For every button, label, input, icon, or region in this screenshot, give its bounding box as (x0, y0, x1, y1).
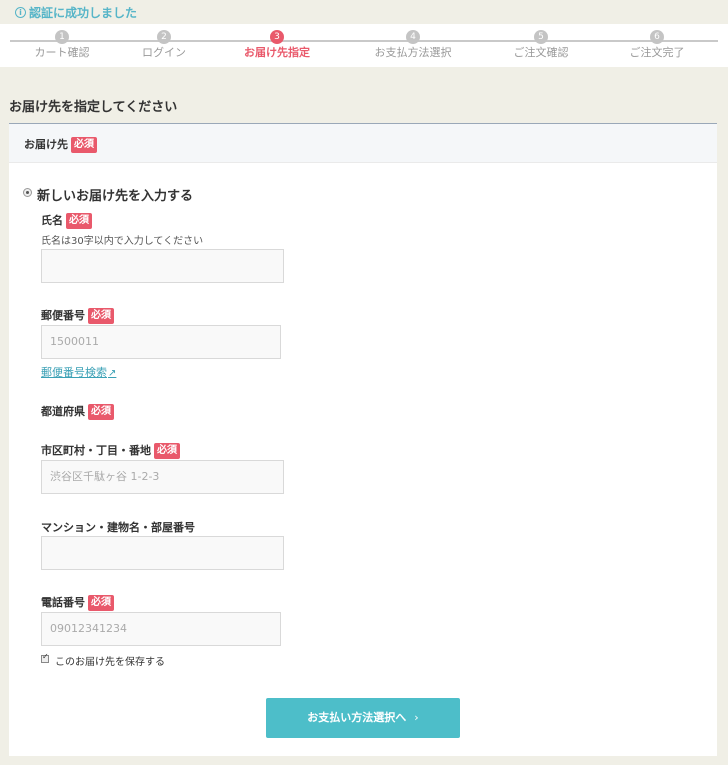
proceed-button-label[interactable]: お支払い方法選択へ (307, 711, 406, 724)
phone-input[interactable]: 09012341234 (41, 612, 281, 646)
stepper-line (10, 40, 718, 42)
step-label: ご注文完了 (629, 46, 685, 59)
info-icon: i (15, 7, 26, 18)
address-input[interactable]: 渋谷区千駄ヶ谷 1-2-3 (41, 460, 284, 494)
required-badge: 必須 (154, 443, 180, 459)
address-label: 市区町村・丁目・番地 必須 (41, 442, 180, 459)
building-label: マンション・建物名・部屋番号 (41, 521, 195, 534)
phone-label: 電話番号 必須 (41, 594, 114, 611)
step-number: 1 (55, 30, 69, 44)
building-input[interactable] (41, 536, 284, 570)
step-number: 2 (157, 30, 171, 44)
checkout-stepper: 1 カート確認 2 ログイン 3 お届け先指定 4 お支払方法選択 5 ご注文確… (0, 24, 728, 67)
address-label-text: 市区町村・丁目・番地 (41, 444, 151, 457)
save-address-checkbox[interactable] (41, 652, 49, 663)
required-badge: 必須 (71, 137, 97, 153)
step-number: 6 (650, 30, 664, 44)
required-badge: 必須 (88, 404, 114, 420)
new-address-radio[interactable] (23, 188, 32, 197)
step-number: 4 (406, 30, 420, 44)
prefecture-label-text: 都道府県 (41, 405, 85, 418)
step-label: カート確認 (34, 46, 90, 59)
step-label: お支払方法選択 (374, 46, 452, 59)
page-heading: お届け先を指定してください (9, 100, 178, 115)
postal-code-input[interactable]: 1500011 (41, 325, 281, 359)
delivery-card: お届け先 必須 新しいお届け先を入力する 氏名 必須 氏名は30字以内で入力してくだ… (9, 124, 717, 756)
postal-label: 郵便番号 必須 (41, 307, 114, 324)
auth-notice-text: 認証に成功しました (29, 6, 138, 20)
chevron-right-icon: › (414, 711, 419, 724)
delivery-card-header: お届け先 必須 (9, 124, 717, 163)
postal-label-text: 郵便番号 (41, 309, 85, 322)
name-input[interactable] (41, 249, 284, 283)
step-label: ログイン (142, 46, 186, 59)
section-title-text: お届け先 (24, 138, 68, 151)
step-number: 3 (270, 30, 284, 44)
step-label: お届け先指定 (244, 46, 310, 59)
step-label: ご注文確認 (513, 46, 569, 59)
external-link-icon: ↗ (108, 368, 117, 379)
required-badge: 必須 (88, 308, 114, 324)
postal-search-link[interactable]: 郵便番号検索↗ (41, 364, 116, 380)
proceed-to-payment-button[interactable]: お支払い方法選択へ › (266, 698, 460, 738)
name-label: 氏名 必須 (41, 212, 92, 229)
section-title: お届け先 必須 (24, 136, 97, 153)
save-address-label[interactable]: このお届け先を保存する (55, 653, 165, 668)
required-badge: 必須 (66, 213, 92, 229)
prefecture-label: 都道府県 必須 (41, 403, 114, 420)
step-number: 5 (534, 30, 548, 44)
auth-notice: i 認証に成功しました (0, 0, 728, 24)
required-badge: 必須 (88, 595, 114, 611)
postal-search-link-text[interactable]: 郵便番号検索 (41, 366, 107, 379)
phone-label-text: 電話番号 (41, 596, 85, 609)
name-hint: 氏名は30字以内で入力してください (41, 236, 204, 247)
new-address-radio-label[interactable]: 新しいお届け先を入力する (37, 185, 193, 204)
name-label-text: 氏名 (41, 214, 63, 227)
